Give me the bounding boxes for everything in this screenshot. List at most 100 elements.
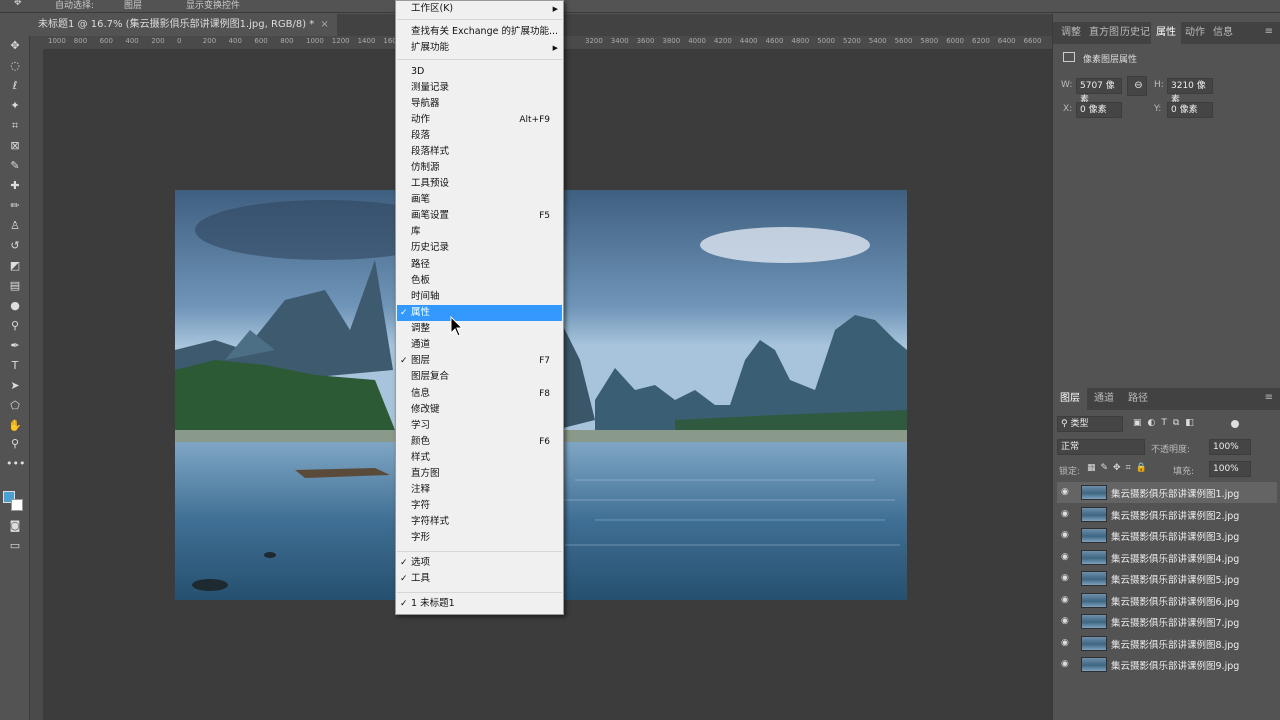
blend-mode-select[interactable]: 正常 [1057,439,1145,455]
window-menu-item[interactable]: 3D [397,64,562,80]
lock-icons[interactable]: ▦✎✥⌗🔒 [1087,463,1152,473]
layer-row[interactable]: ◉ 集云摄影俱乐部讲课例图1.jpg [1057,482,1277,503]
auto-select-label[interactable]: 自动选择: [55,0,94,11]
window-menu-item[interactable]: 仿制源 [397,160,562,176]
panel-menu-icon[interactable]: ≡ [1265,392,1273,403]
layer-filter-select[interactable]: ⚲ 类型 [1057,416,1123,432]
pen-tool-icon[interactable]: ✒ [6,338,24,354]
x-field[interactable]: 0 像素 [1076,102,1122,118]
visibility-eye-icon[interactable]: ◉ [1061,529,1073,541]
visibility-eye-icon[interactable]: ◉ [1061,508,1073,520]
screen-mode-icon[interactable]: ▭ [6,538,24,554]
visibility-eye-icon[interactable]: ◉ [1061,551,1073,563]
layer-row[interactable]: ◉ 集云摄影俱乐部讲课例图8.jpg [1057,633,1277,654]
close-tab-icon[interactable]: × [320,19,328,30]
shape-tool-icon[interactable]: ⬠ [6,398,24,414]
window-menu-item[interactable]: ✓ 属性 [397,305,562,321]
height-field[interactable]: 3210 像素 [1167,78,1213,105]
dodge-tool-icon[interactable]: ⚲ [6,318,24,334]
opacity-field[interactable]: 100% [1209,439,1251,455]
visibility-eye-icon[interactable]: ◉ [1061,615,1073,627]
window-menu-item[interactable]: 查找有关 Exchange 的扩展功能... [397,24,562,40]
panel-tab[interactable]: 图层 [1053,388,1087,410]
window-menu-item[interactable]: 动作 Alt+F9 [397,112,562,128]
layer-row[interactable]: ◉ 集云摄影俱乐部讲课例图2.jpg [1057,504,1277,525]
visibility-eye-icon[interactable]: ◉ [1061,658,1073,670]
layer-row[interactable]: ◉ 集云摄影俱乐部讲课例图7.jpg [1057,611,1277,632]
window-menu-item[interactable]: 段落样式 [397,144,562,160]
auto-select-target[interactable]: 图层 [124,0,142,11]
window-menu-item[interactable]: 图层复合 [397,369,562,385]
crop-tool-icon[interactable]: ⌗ [6,118,24,134]
window-menu-item[interactable]: 扩展功能 ▶ [397,40,562,56]
gradient-tool-icon[interactable]: ▤ [6,278,24,294]
hand-tool-icon[interactable]: ✋ [6,418,24,434]
type-tool-icon[interactable]: T [6,358,24,374]
window-menu-item[interactable]: 画笔 [397,192,562,208]
window-menu-item[interactable]: 直方图 [397,466,562,482]
y-field[interactable]: 0 像素 [1167,102,1213,118]
window-menu-item[interactable]: 调整 [397,321,562,337]
window-menu-item[interactable]: 历史记录 [397,240,562,256]
panel-tab[interactable]: 通道 [1087,388,1121,410]
panel-tab[interactable]: 信息 [1209,22,1237,44]
background-color-swatch[interactable] [11,499,23,511]
panel-menu-icon[interactable]: ≡ [1265,26,1273,37]
layer-filter-icons[interactable]: ▣◐T⧉◧ [1133,418,1200,428]
history-brush-tool-icon[interactable]: ↺ [6,238,24,254]
zoom-tool-icon[interactable]: ⚲ [6,436,24,452]
window-menu-item[interactable]: 时间轴 [397,289,562,305]
window-menu-item[interactable]: 字符样式 [397,514,562,530]
quick-mask-icon[interactable]: ◙ [6,518,24,534]
window-menu-item[interactable]: 导航器 [397,96,562,112]
window-menu-item[interactable]: 修改键 [397,402,562,418]
window-menu-item[interactable]: 画笔设置 F5 [397,208,562,224]
visibility-eye-icon[interactable]: ◉ [1061,486,1073,498]
panel-tab[interactable]: 历史记 [1119,22,1151,44]
layer-row[interactable]: ◉ 集云摄影俱乐部讲课例图4.jpg [1057,547,1277,568]
window-menu-item[interactable]: 颜色 F6 [397,434,562,450]
window-menu-item[interactable]: 学习 [397,418,562,434]
panel-tab[interactable]: 动作 [1181,22,1209,44]
panel-tab[interactable]: 路径 [1121,388,1155,410]
more-tools-icon[interactable]: ••• [6,456,25,472]
blur-tool-icon[interactable]: ● [6,298,24,314]
visibility-eye-icon[interactable]: ◉ [1061,637,1073,649]
window-menu-item[interactable]: 色板 [397,273,562,289]
window-menu-item[interactable]: 通道 [397,337,562,353]
fill-field[interactable]: 100% [1209,461,1251,477]
link-dimensions-icon[interactable]: ⊖ [1127,76,1147,96]
path-selection-tool-icon[interactable]: ➤ [6,378,24,394]
eyedropper-tool-icon[interactable]: ✎ [6,158,24,174]
window-menu-item[interactable]: 注释 [397,482,562,498]
eraser-tool-icon[interactable]: ◩ [6,258,24,274]
magic-wand-tool-icon[interactable]: ✦ [6,98,24,114]
layer-row[interactable]: ◉ 集云摄影俱乐部讲课例图6.jpg [1057,590,1277,611]
window-menu-item[interactable]: 字符 [397,498,562,514]
window-menu-item[interactable]: 库 [397,224,562,240]
document-tab[interactable]: 未标题1 @ 16.7% (集云摄影俱乐部讲课例图1.jpg, RGB/8) *… [30,14,337,36]
healing-brush-tool-icon[interactable]: ✚ [6,178,24,194]
window-menu-item[interactable]: 字形 [397,530,562,546]
panel-tab[interactable]: 直方图 [1089,22,1119,44]
panel-tab[interactable]: 属性 [1151,22,1181,44]
window-menu-item[interactable]: 段落 [397,128,562,144]
lasso-tool-icon[interactable]: ℓ [6,78,24,94]
move-tool-icon[interactable]: ✥ [14,0,22,8]
clone-stamp-tool-icon[interactable]: ♙ [6,218,24,234]
window-menu-item[interactable]: ✓ 图层 F7 [397,353,562,369]
layer-row[interactable]: ◉ 集云摄影俱乐部讲课例图3.jpg [1057,525,1277,546]
visibility-eye-icon[interactable]: ◉ [1061,594,1073,606]
window-menu-item[interactable]: 路径 [397,257,562,273]
show-transform-label[interactable]: 显示变换控件 [186,0,240,11]
window-menu-item[interactable]: ✓ 选项 [397,555,562,571]
width-field[interactable]: 5707 像素 [1076,78,1122,105]
panel-tab[interactable]: 调整 [1053,22,1089,44]
frame-tool-icon[interactable]: ⊠ [6,138,24,154]
visibility-eye-icon[interactable]: ◉ [1061,572,1073,584]
window-menu-item[interactable]: 样式 [397,450,562,466]
layer-row[interactable]: ◉ 集云摄影俱乐部讲课例图9.jpg [1057,654,1277,675]
window-menu-item[interactable]: 信息 F8 [397,386,562,402]
brush-tool-icon[interactable]: ✏ [6,198,24,214]
window-menu-item[interactable]: 工具预设 [397,176,562,192]
